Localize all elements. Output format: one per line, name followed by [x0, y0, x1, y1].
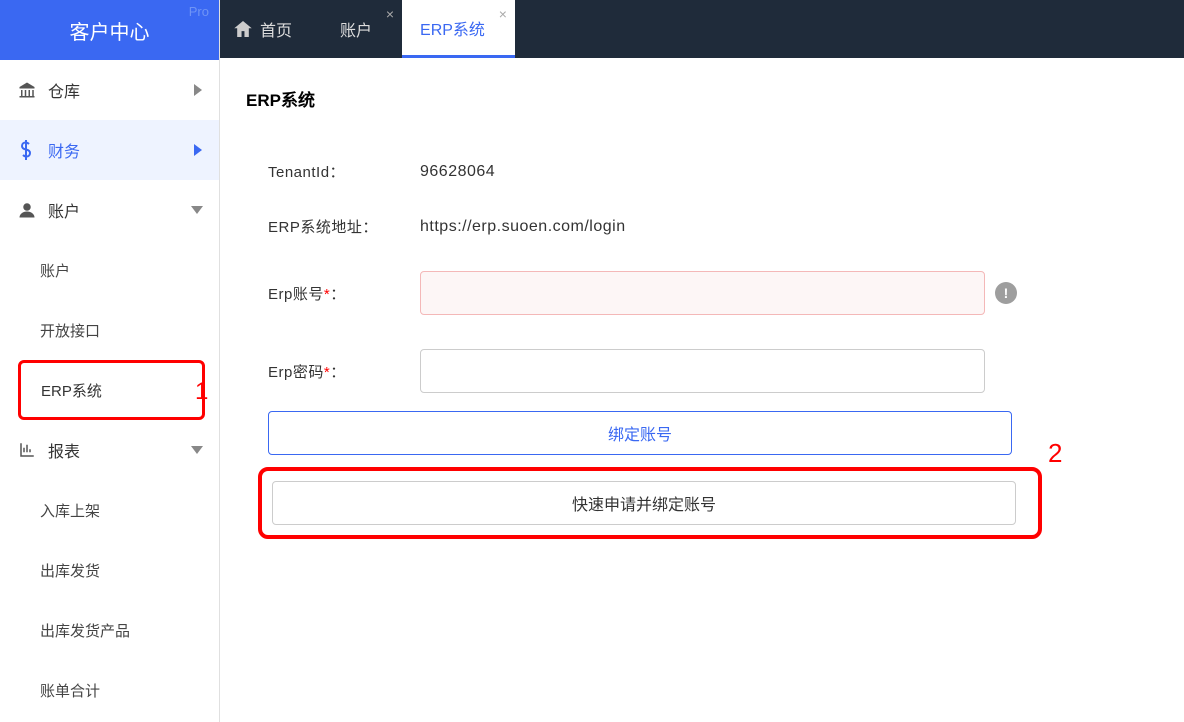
- row-tenant: TenantId： 96628064: [268, 161, 1124, 182]
- erp-password-input[interactable]: [420, 349, 985, 393]
- annotation-2: 2: [1048, 438, 1062, 469]
- sidebar-subitem-account[interactable]: 账户: [0, 240, 219, 300]
- sidebar-item-report[interactable]: 报表: [0, 420, 219, 480]
- tenant-value: 96628064: [420, 163, 495, 181]
- close-icon[interactable]: ×: [499, 6, 507, 22]
- chart-icon: [16, 441, 38, 459]
- bank-icon: [16, 81, 38, 99]
- sidebar-title: 客户中心: [70, 16, 150, 45]
- sidebar-item-label: 财务: [48, 138, 80, 162]
- sidebar-subitem-label: 入库上架: [40, 500, 100, 521]
- tab-home[interactable]: 首页: [220, 0, 322, 58]
- tab-label: 账户: [340, 17, 372, 41]
- tab-account[interactable]: 账户 ×: [322, 0, 402, 58]
- chevron-right-icon: [193, 84, 203, 96]
- sidebar-subitem-label: 账户: [40, 260, 70, 281]
- close-icon[interactable]: ×: [386, 6, 394, 22]
- bind-account-button[interactable]: 绑定账号: [268, 411, 1012, 455]
- button-label: 快速申请并绑定账号: [572, 491, 716, 515]
- sidebar-item-warehouse[interactable]: 仓库: [0, 60, 219, 120]
- highlight-box-1: ERP系统: [18, 360, 205, 420]
- url-value: https://erp.suoen.com/login: [420, 218, 626, 236]
- sidebar-item-label: 仓库: [48, 78, 80, 102]
- sidebar-subitem-outbound-product[interactable]: 出库发货产品: [0, 600, 219, 660]
- sidebar-subitem-label: 出库发货: [40, 560, 100, 581]
- erp-account-input[interactable]: [420, 271, 985, 315]
- sidebar-subitem-label: 出库发货产品: [40, 620, 130, 641]
- chevron-right-icon: [193, 144, 203, 156]
- erp-account-label: Erp账号*：: [268, 283, 420, 304]
- home-icon: [234, 21, 252, 37]
- dollar-icon: [16, 140, 38, 160]
- sidebar-header: 客户中心 Pro: [0, 0, 219, 60]
- annotation-1: 1: [195, 378, 208, 406]
- sidebar-item-account[interactable]: 账户: [0, 180, 219, 240]
- sidebar-subitem-bill[interactable]: 账单合计: [0, 660, 219, 720]
- sidebar-item-label: 账户: [48, 198, 80, 222]
- erp-password-input-wrap: [420, 349, 985, 393]
- user-icon: [16, 201, 38, 219]
- url-label: ERP系统地址：: [268, 216, 420, 237]
- erp-account-input-wrap: !: [420, 271, 985, 315]
- sidebar: 客户中心 Pro 仓库 财务 账户: [0, 0, 220, 722]
- sidebar-subitem-label: 开放接口: [40, 320, 100, 341]
- sidebar-subitem-erp[interactable]: ERP系统: [21, 363, 202, 417]
- page-title: ERP系统: [246, 86, 1164, 111]
- row-erp-password: Erp密码*：: [268, 349, 1124, 393]
- sidebar-subitem-inbound[interactable]: 入库上架: [0, 480, 219, 540]
- tab-label: 首页: [260, 17, 292, 41]
- chevron-down-icon: [191, 445, 203, 455]
- btn-bind-row: 绑定账号: [268, 411, 1124, 455]
- chevron-down-icon: [191, 205, 203, 215]
- quick-apply-button[interactable]: 快速申请并绑定账号: [272, 481, 1016, 525]
- content-area: ERP系统 TenantId： 96628064 ERP系统地址： https:…: [220, 58, 1184, 722]
- sidebar-item-label: 报表: [48, 438, 80, 462]
- erp-password-label: Erp密码*：: [268, 361, 420, 382]
- button-label: 绑定账号: [608, 421, 672, 445]
- sidebar-subitem-label: ERP系统: [41, 380, 102, 401]
- error-icon: !: [995, 282, 1017, 304]
- pro-badge: Pro: [189, 4, 209, 19]
- tab-bar: 首页 账户 × ERP系统 ×: [220, 0, 1184, 58]
- tab-label: ERP系统: [420, 16, 485, 40]
- main-area: 首页 账户 × ERP系统 × ERP系统 TenantId： 96628064…: [220, 0, 1184, 722]
- tab-erp[interactable]: ERP系统 ×: [402, 0, 515, 58]
- row-url: ERP系统地址： https://erp.suoen.com/login: [268, 216, 1124, 237]
- form-area: TenantId： 96628064 ERP系统地址： https://erp.…: [240, 161, 1164, 539]
- sidebar-subitem-label: 账单合计: [40, 680, 100, 701]
- sidebar-subitem-outbound[interactable]: 出库发货: [0, 540, 219, 600]
- row-erp-account: Erp账号*： !: [268, 271, 1124, 315]
- tenant-label: TenantId：: [268, 161, 420, 182]
- sidebar-subitem-openapi[interactable]: 开放接口: [0, 300, 219, 360]
- highlight-box-2: 快速申请并绑定账号: [258, 467, 1042, 539]
- sidebar-item-finance[interactable]: 财务: [0, 120, 219, 180]
